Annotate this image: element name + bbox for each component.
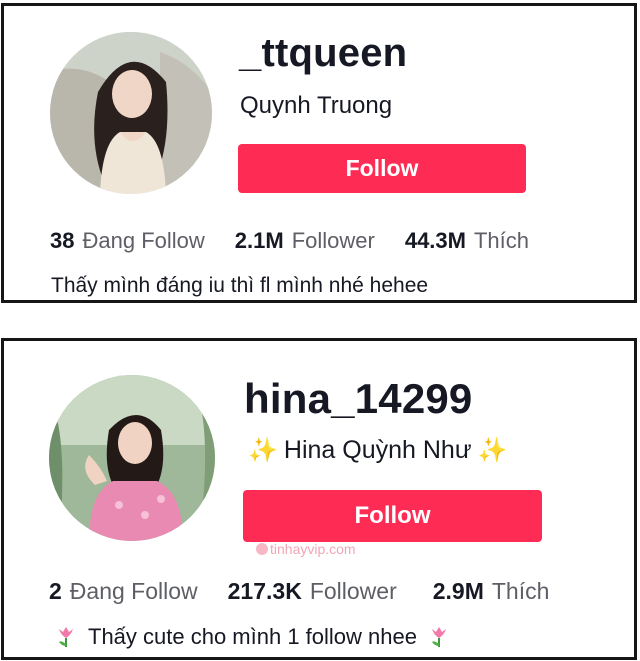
avatar-photo [49, 375, 215, 541]
following-label: Đang Follow [82, 228, 205, 253]
display-name: ✨ Hina Quỳnh Như ✨ [248, 436, 507, 465]
likes-stat: 44.3M Thích [405, 228, 529, 254]
avatar[interactable] [50, 32, 212, 194]
following-stat[interactable]: 38 Đang Follow [50, 228, 205, 254]
likes-stat: 2.9M Thích [433, 578, 550, 605]
likes-label: Thích [491, 578, 550, 604]
display-name-text: Hina Quỳnh Như [283, 436, 472, 464]
followers-label: Follower [291, 228, 375, 253]
profile-card-ttqueen: _ttqueen Quynh Truong Follow 38 Đang Fol… [1, 3, 637, 303]
stats-row: 38 Đang Follow 2.1M Follower 44.3M Thích [50, 228, 529, 254]
following-count: 2 [49, 578, 62, 604]
watermark-text: tinhayvip.com [270, 541, 356, 557]
watermark: tinhayvip.com [256, 541, 356, 557]
stats-row: 2 Đang Follow 217.3K Follower 2.9M Thích [49, 578, 549, 605]
profile-card-hina: hina_14299 ✨ Hina Quỳnh Như ✨ Follow tin… [1, 338, 637, 660]
sparkle-icon: ✨ [248, 437, 278, 464]
following-stat[interactable]: 2 Đang Follow [49, 578, 198, 605]
following-count: 38 [50, 228, 75, 253]
follow-button[interactable]: Follow [238, 144, 526, 193]
following-label: Đang Follow [69, 578, 198, 604]
watermark-logo-icon [256, 543, 268, 555]
display-name: Quynh Truong [240, 92, 393, 119]
likes-count: 44.3M [404, 228, 466, 253]
followers-label: Follower [309, 578, 397, 604]
likes-label: Thích [473, 228, 530, 253]
username: _ttqueen [239, 31, 408, 75]
sparkle-icon: ✨ [477, 437, 508, 464]
followers-count: 2.1M [234, 228, 284, 253]
tulip-icon [431, 627, 446, 647]
bio: Thấy cute cho mình 1 follow nhee [56, 624, 449, 650]
followers-stat[interactable]: 2.1M Follower [235, 228, 375, 254]
bio: Thấy mình đáng iu thì fl mình nhé hehee [51, 274, 429, 297]
followers-count: 217.3K [227, 578, 302, 604]
follow-button[interactable]: Follow [243, 490, 542, 542]
followers-stat[interactable]: 217.3K Follower [228, 578, 397, 605]
username: hina_14299 [244, 375, 473, 422]
likes-count: 2.9M [432, 578, 484, 604]
tulip-icon [59, 627, 73, 647]
avatar-photo [50, 32, 212, 194]
avatar[interactable] [49, 375, 215, 541]
bio-text: Thấy cute cho mình 1 follow nhee [88, 624, 417, 649]
